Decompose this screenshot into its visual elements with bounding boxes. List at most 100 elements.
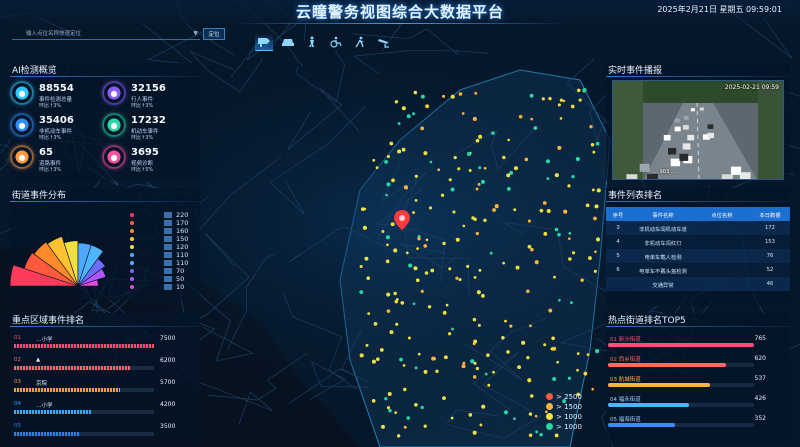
event-point[interactable] — [534, 414, 538, 418]
event-point[interactable] — [491, 131, 495, 135]
event-point[interactable] — [473, 275, 477, 279]
event-point[interactable] — [554, 173, 559, 178]
event-point[interactable] — [543, 231, 548, 236]
event-point[interactable] — [568, 237, 571, 240]
event-point[interactable] — [401, 147, 406, 152]
event-point[interactable] — [388, 408, 392, 413]
car-icon[interactable] — [279, 33, 297, 51]
event-point[interactable] — [489, 251, 493, 255]
event-point[interactable] — [393, 248, 398, 253]
event-point[interactable] — [461, 364, 466, 369]
event-point[interactable] — [515, 265, 520, 270]
event-point[interactable] — [401, 106, 406, 111]
event-point[interactable] — [386, 309, 391, 313]
event-point[interactable] — [414, 198, 418, 202]
event-point[interactable] — [486, 353, 490, 357]
area-rank-row[interactable]: 05 3500 — [14, 423, 190, 443]
event-point[interactable] — [475, 366, 480, 371]
event-point[interactable] — [517, 365, 522, 370]
event-point[interactable] — [408, 263, 413, 268]
event-point[interactable] — [478, 268, 482, 272]
event-point[interactable] — [590, 142, 595, 147]
event-point[interactable] — [557, 103, 561, 107]
event-point[interactable] — [568, 257, 572, 261]
legend-entry[interactable]: 110 — [128, 259, 198, 267]
event-point[interactable] — [372, 158, 376, 162]
event-point[interactable] — [570, 104, 575, 109]
event-point[interactable] — [487, 383, 491, 387]
event-point[interactable] — [593, 216, 597, 221]
event-point[interactable] — [407, 336, 411, 340]
event-point[interactable] — [405, 251, 409, 255]
event-point[interactable] — [594, 204, 599, 209]
event-point[interactable] — [393, 291, 397, 296]
event-point[interactable] — [386, 292, 391, 297]
event-point[interactable] — [539, 432, 543, 437]
event-point[interactable] — [567, 376, 571, 380]
event-point[interactable] — [359, 290, 364, 295]
event-point[interactable] — [403, 185, 408, 190]
event-point[interactable] — [461, 112, 465, 115]
event-point[interactable] — [424, 271, 429, 275]
event-point[interactable] — [458, 92, 463, 96]
area-rank-row[interactable]: 04 …小学 4200 — [14, 401, 190, 421]
hot-street-row[interactable]: 04 福永街道 426 — [608, 395, 786, 415]
ai-stat-card[interactable]: ● 17232 机动车事件 环比↑3% — [104, 115, 194, 141]
event-point[interactable] — [472, 430, 477, 435]
legend-entry[interactable]: 220 — [128, 211, 198, 219]
event-point[interactable] — [506, 173, 511, 178]
event-point[interactable] — [557, 232, 561, 237]
hot-street-row[interactable]: 02 西乡街道 620 — [608, 355, 786, 375]
event-point[interactable] — [559, 98, 563, 102]
event-point[interactable] — [406, 114, 411, 119]
event-point[interactable] — [577, 88, 581, 93]
event-point[interactable] — [480, 179, 485, 184]
ai-stat-card[interactable]: ● 65 道路事件 环比↑3% — [12, 147, 102, 173]
legend-entry[interactable]: 70 — [128, 267, 198, 275]
hot-street-row[interactable]: 03 航城街道 537 — [608, 375, 786, 395]
event-point[interactable] — [442, 310, 447, 315]
locate-button[interactable]: 定位 — [203, 28, 225, 40]
event-point[interactable] — [475, 231, 479, 236]
event-point[interactable] — [539, 208, 544, 213]
event-point[interactable] — [528, 412, 533, 416]
event-point[interactable] — [431, 356, 436, 361]
event-point[interactable] — [462, 361, 466, 365]
event-point[interactable] — [381, 230, 385, 233]
event-point[interactable] — [394, 299, 399, 304]
event-point[interactable] — [551, 336, 555, 341]
event-point[interactable] — [503, 410, 509, 415]
event-point[interactable] — [541, 97, 545, 101]
event-point[interactable] — [471, 216, 475, 220]
event-point[interactable] — [380, 424, 385, 429]
location-search-input[interactable] — [12, 28, 190, 39]
event-point[interactable] — [513, 166, 519, 171]
event-point[interactable] — [575, 156, 580, 162]
event-point[interactable] — [447, 332, 452, 336]
event-point[interactable] — [513, 208, 517, 212]
legend-entry[interactable]: 10 — [128, 283, 198, 291]
event-point[interactable] — [594, 250, 597, 254]
event-point[interactable] — [483, 166, 487, 170]
event-point[interactable] — [468, 169, 472, 172]
area-rank-row[interactable]: 01 …小学 7500 — [14, 335, 190, 355]
event-point[interactable] — [576, 368, 579, 372]
event-point[interactable] — [420, 126, 425, 131]
event-point[interactable] — [394, 411, 398, 414]
table-row[interactable]: 3 非机动车闯机动车道 172 — [606, 221, 790, 235]
event-point[interactable] — [394, 100, 399, 104]
event-point[interactable] — [502, 155, 506, 160]
event-point[interactable] — [391, 178, 395, 183]
event-point[interactable] — [529, 324, 532, 328]
event-point[interactable] — [364, 256, 369, 261]
event-point[interactable] — [513, 417, 516, 421]
event-point[interactable] — [400, 301, 405, 305]
event-point[interactable] — [477, 323, 481, 327]
chevron-down-icon[interactable]: ▼ — [193, 30, 198, 37]
area-rank-row[interactable]: 02 ▲ 6200 — [14, 357, 190, 377]
event-point[interactable] — [591, 387, 594, 391]
event-point[interactable] — [414, 402, 418, 407]
rose-chart[interactable] — [10, 212, 122, 294]
event-point[interactable] — [448, 178, 452, 182]
event-point[interactable] — [363, 207, 367, 211]
